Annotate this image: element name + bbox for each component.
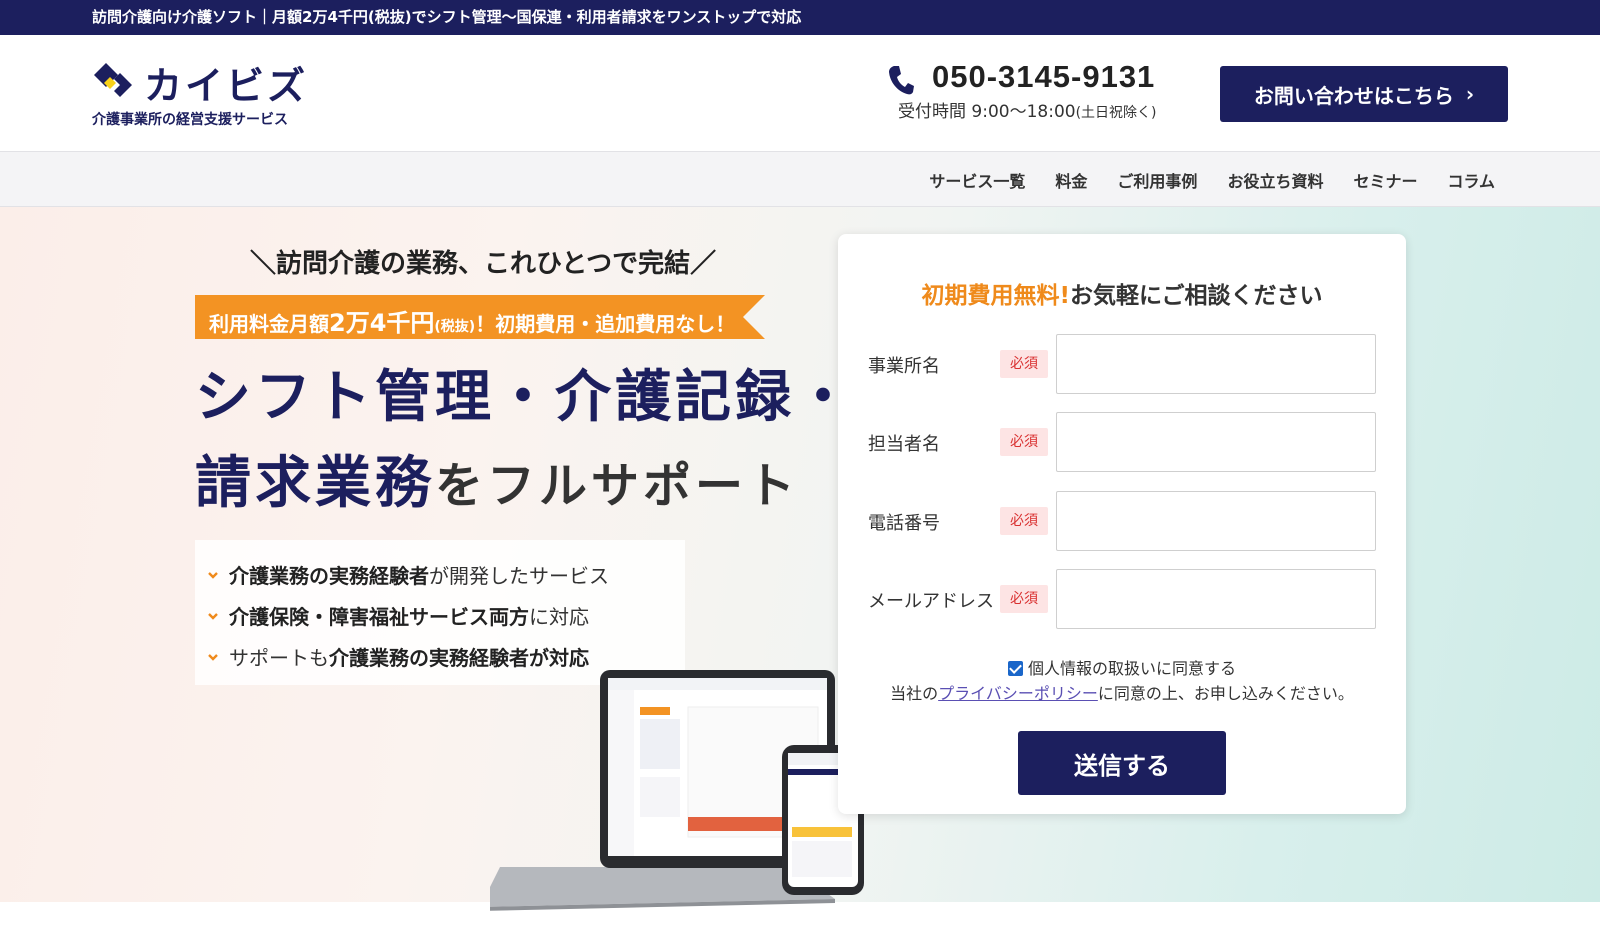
contact-button-label: お問い合わせはこちら [1253, 83, 1454, 108]
nav-item-cases[interactable]: ご利用事例 [1117, 168, 1197, 192]
submit-button-label: 送信する [1074, 751, 1170, 780]
feature-rest: が開発したサービス [429, 564, 609, 588]
chevron-right-icon: › [1465, 82, 1475, 106]
phone-number[interactable]: 050-3145-9131 [932, 59, 1155, 95]
product-device-illustration [490, 670, 864, 911]
feature-rest: に対応 [529, 605, 589, 629]
nav-item-column[interactable]: コラム [1447, 168, 1495, 192]
phone-number-label: 電話番号 [868, 513, 940, 534]
price-part1: 利用料金月額 [209, 312, 329, 336]
nav-item-seminars[interactable]: セミナー [1353, 168, 1417, 192]
price-part2: ！初期費用・追加費用なし！ [475, 312, 736, 336]
privacy-policy-link[interactable]: プライバシーポリシー [938, 684, 1098, 703]
form-row-person: 担当者名 必須 [868, 412, 1378, 472]
feature-text: 介護保険・障害福祉サービス両方に対応 [229, 601, 589, 630]
logo-subtitle: 介護事業所の経営支援サービス [92, 112, 288, 128]
phone-icon [889, 66, 914, 95]
price-ribbon: 利用料金月額2万4千円(税抜)！初期費用・追加費用なし！ [195, 295, 765, 339]
feature-list: 介護業務の実務経験者が開発したサービス 介護保険・障害福祉サービス両方に対応 サ… [195, 540, 685, 685]
email-field[interactable] [1056, 569, 1376, 629]
chevron-down-icon [208, 571, 218, 579]
feature-pre: サポートも [229, 646, 329, 670]
feature-bold: 介護業務の実務経験者 [229, 564, 429, 588]
chevron-down-icon [208, 653, 218, 661]
privacy-note: 当社のプライバシーポリシーに同意の上、お申し込みください。 [838, 680, 1406, 704]
top-announcement-bar: 訪問介護向け介護ソフト｜月額2万4千円(税抜)でシフト管理〜国保連・利用者請求を… [0, 0, 1600, 35]
price-tax: (税抜) [434, 319, 476, 335]
submit-button[interactable]: 送信する [1018, 731, 1226, 795]
consent-label[interactable]: 個人情報の取扱いに同意する [1028, 659, 1236, 678]
feature-item: 介護業務の実務経験者が開発したサービス [207, 554, 685, 595]
consent-row: 個人情報の取扱いに同意する [838, 655, 1406, 679]
announcement-text: 訪問介護向け介護ソフト｜月額2万4千円(税抜)でシフト管理〜国保連・利用者請求を… [92, 8, 802, 26]
form-row-email: メールアドレス 必須 [868, 569, 1378, 629]
required-badge: 必須 [1000, 350, 1048, 378]
headline-line-2: 請求業務をフルサポート [195, 438, 799, 519]
privacy-post: に同意の上、お申し込みください。 [1097, 684, 1354, 703]
headline-line-1-text: シフト管理・介護記録・ [195, 352, 855, 433]
contact-button[interactable]: お問い合わせはこちら › [1220, 66, 1508, 122]
hero-section: ＼訪問介護の業務、これひとつで完結／ 利用料金月額2万4千円(税抜)！初期費用・… [0, 207, 1600, 911]
main-navigation: サービス一覧 料金 ご利用事例 お役立ち資料 セミナー コラム [0, 151, 1600, 207]
contact-form-card: 初期費用無料!お気軽にご相談ください 事業所名 必須 担当者名 必須 電話番号 … [838, 234, 1406, 814]
consent-checkbox[interactable] [1007, 661, 1023, 676]
required-badge: 必須 [1000, 585, 1048, 613]
nav-list: サービス一覧 料金 ご利用事例 お役立ち資料 セミナー コラム [929, 152, 1495, 208]
required-badge: 必須 [1000, 428, 1048, 456]
feature-text: 介護業務の実務経験者が開発したサービス [229, 560, 609, 589]
price-amount: 2万4千円 [329, 309, 435, 337]
headline-highlight: 請求業務 [195, 438, 435, 519]
nav-item-services[interactable]: サービス一覧 [929, 168, 1025, 192]
contact-person-field[interactable] [1056, 412, 1376, 472]
feature-bold: 介護保険・障害福祉サービス両方 [229, 605, 529, 629]
logo-name: カイビズ [144, 64, 309, 108]
phone-hours-note: (土日祝除く) [1075, 105, 1157, 121]
form-row-office: 事業所名 必須 [868, 334, 1378, 394]
phone-number-field[interactable] [1056, 491, 1376, 551]
form-row-phone: 電話番号 必須 [868, 491, 1378, 551]
price-text: 利用料金月額2万4千円(税抜)！初期費用・追加費用なし！ [209, 303, 735, 338]
phone-hours: 受付時間 9:00〜18:00(土日祝除く) [898, 97, 1157, 122]
chevron-down-icon [208, 612, 218, 620]
logo-mark-icon [94, 63, 132, 97]
phone-hours-text: 受付時間 9:00〜18:00 [898, 102, 1076, 122]
hero-tagline: ＼訪問介護の業務、これひとつで完結／ [250, 249, 717, 279]
office-name-field[interactable] [1056, 334, 1376, 394]
feature-item: 介護保険・障害福祉サービス両方に対応 [207, 595, 685, 636]
nav-item-resources[interactable]: お役立ち資料 [1227, 168, 1323, 192]
nav-item-pricing[interactable]: 料金 [1055, 168, 1087, 192]
office-name-label: 事業所名 [868, 356, 940, 377]
required-badge: 必須 [1000, 507, 1048, 535]
headline-line-1: シフト管理・介護記録・ [195, 352, 855, 433]
privacy-pre: 当社の [890, 684, 939, 703]
form-title: 初期費用無料!お気軽にご相談ください [838, 276, 1406, 310]
form-title-accent: 初期費用無料! [921, 283, 1070, 309]
email-label: メールアドレス [868, 591, 994, 612]
site-header: カイビズ 介護事業所の経営支援サービス 050-3145-9131 受付時間 9… [0, 35, 1600, 151]
form-title-rest: お気軽にご相談ください [1069, 283, 1323, 309]
contact-person-label: 担当者名 [868, 434, 940, 455]
headline-line-2-rest: をフルサポート [435, 458, 800, 514]
